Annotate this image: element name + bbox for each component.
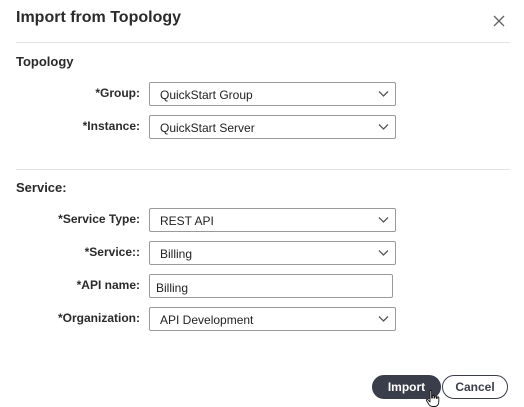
organization-label: *Organization: (57, 311, 140, 325)
service-label: *Service:: (84, 245, 140, 259)
service-type-label: *Service Type: (58, 212, 140, 226)
instance-select[interactable]: QuickStart Server (149, 115, 396, 139)
chevron-down-icon (378, 91, 389, 97)
instance-row: *Instance: QuickStart Server (0, 115, 524, 139)
chevron-down-icon (378, 217, 389, 223)
organization-value: API Development (160, 313, 254, 327)
service-heading: Service: (16, 180, 67, 195)
close-icon[interactable] (491, 13, 507, 29)
cancel-button[interactable]: Cancel (442, 375, 508, 399)
api-name-label: *API name: (76, 278, 140, 292)
group-select[interactable]: QuickStart Group (149, 82, 396, 106)
instance-value: QuickStart Server (160, 121, 255, 135)
dialog-title: Import from Topology (16, 9, 182, 26)
service-select[interactable]: Billing (149, 241, 396, 265)
api-name-row: *API name: (0, 274, 524, 298)
header-divider (16, 42, 510, 43)
topology-heading: Topology (16, 54, 74, 69)
chevron-down-icon (378, 316, 389, 322)
service-row: *Service:: Billing (0, 241, 524, 265)
group-row: *Group: QuickStart Group (0, 82, 524, 106)
api-name-input[interactable] (149, 274, 393, 298)
organization-row: *Organization: API Development (0, 307, 524, 331)
group-label: *Group: (95, 86, 140, 100)
service-type-value: REST API (160, 214, 214, 228)
service-value: Billing (160, 247, 193, 261)
service-type-row: *Service Type: REST API (0, 208, 524, 232)
organization-select[interactable]: API Development (149, 307, 396, 331)
import-dialog: Import from Topology Topology *Group: Qu… (0, 0, 524, 407)
group-value: QuickStart Group (160, 88, 253, 102)
chevron-down-icon (378, 124, 389, 130)
hand-cursor-icon (425, 390, 440, 407)
instance-label: *Instance: (82, 119, 140, 133)
service-type-select[interactable]: REST API (149, 208, 396, 232)
chevron-down-icon (378, 250, 389, 256)
section-divider (16, 169, 510, 170)
